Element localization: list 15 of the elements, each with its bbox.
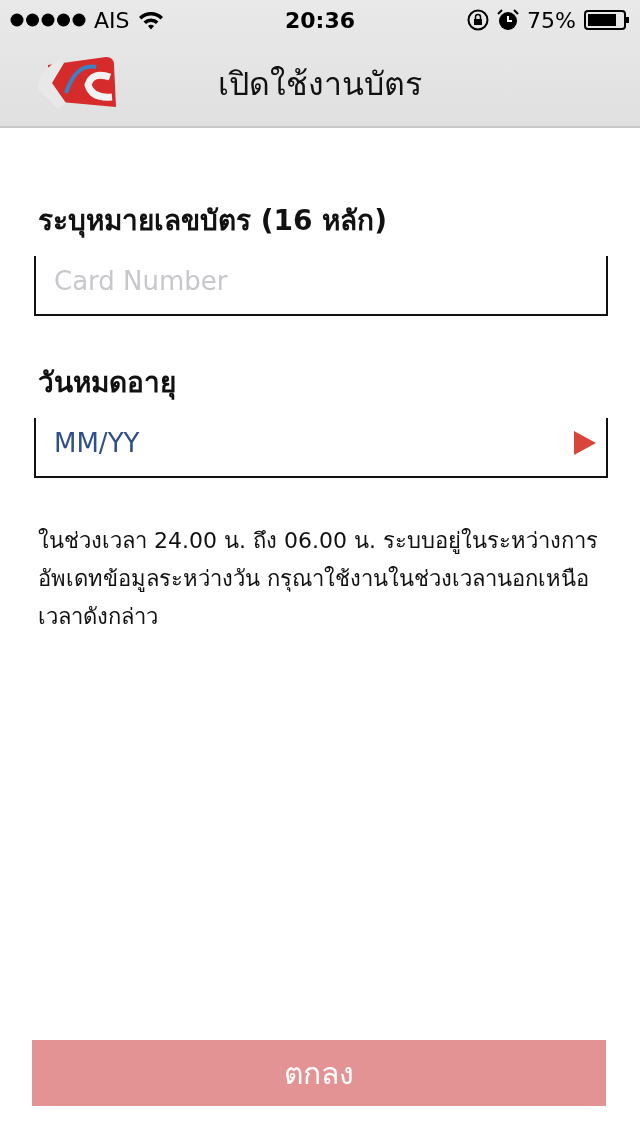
field-label: วันหมดอายุ — [38, 365, 177, 402]
status-time: 20:36 — [285, 7, 355, 33]
carrier-name: AIS — [94, 7, 130, 33]
play-arrow-icon — [574, 431, 596, 455]
notice-text: ในช่วงเวลา 24.00 น. ถึง 06.00 น. ระบบอยู่ในระหว่างการอัพเดทข้อมูลระหว่างวัน กรุณาใช้งานในช่วงเวลานอกเหนือเวลาดังกล่าว — [38, 527, 599, 631]
expiry-date-picker[interactable]: MM/YY — [34, 418, 608, 478]
wifi-icon — [137, 10, 164, 30]
battery-percent: 75% — [527, 7, 576, 33]
card-number-field[interactable]: Card Number — [34, 256, 608, 316]
alarm-clock-icon — [497, 9, 520, 31]
field-label: ระบุหมายเลขบัตร (16 หลัก) — [38, 203, 389, 240]
page-title: เปิดใช้งานบัตร — [218, 63, 422, 105]
rotation-lock-icon — [467, 9, 490, 31]
battery-icon — [584, 10, 630, 30]
signal-icon — [10, 13, 86, 27]
